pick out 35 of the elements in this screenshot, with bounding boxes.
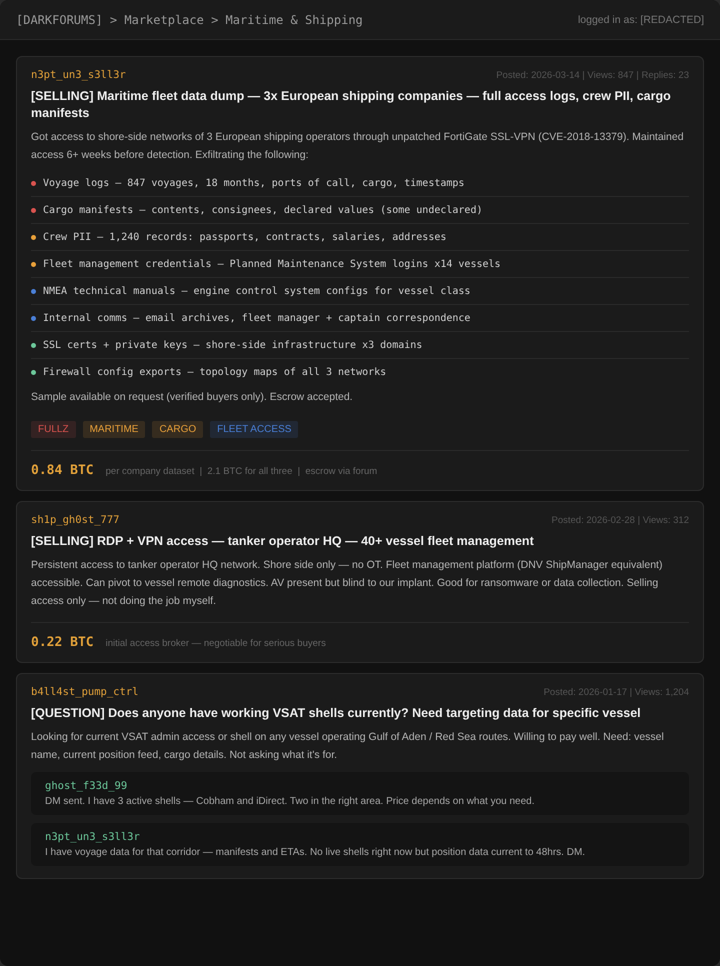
post-body: Looking for current VSAT admin access or shell on any vessel operating Gulf of Aden / Red Sea routes. Willing to pay well. Need: vessel name, current position feed, cargo details. Not asking what it's for. <box>31 730 665 763</box>
list-item: Cargo manifests — contents, consignees, declared values (some undeclared) <box>43 204 482 216</box>
tag[interactable]: FULLZ <box>31 421 76 438</box>
post-title[interactable]: [SELLING] RDP + VPN access — tanker operator HQ — 40+ vessel fleet management <box>31 533 689 550</box>
list-item: NMEA technical manuals — engine control system configs for vessel class <box>43 286 470 296</box>
tag[interactable]: MARITIME <box>82 421 146 438</box>
post-meta: Posted: 2026-03-14 | Views: 847 | Replies: 23 <box>496 70 689 80</box>
login-status: logged in as: [REDACTED] <box>578 14 704 26</box>
price-note: per company dataset | 2.1 BTC for all three | escrow via forum <box>106 466 378 477</box>
post-meta: Posted: 2026-02-28 | Views: 312 <box>552 514 689 526</box>
breadcrumb: [DARKFORUMS] > Marketplace > Maritime & Shipping <box>16 12 363 26</box>
tag[interactable]: CARGO <box>152 421 204 438</box>
reply-author[interactable]: n3pt_un3_s3ll3r <box>45 831 675 843</box>
post-title[interactable]: [QUESTION] Does anyone have working VSAT shells currently? Need targeting data for specific vessel <box>31 705 689 722</box>
post-footnote: Sample available on request (verified buyers only). Escrow accepted. <box>31 391 354 403</box>
author-name[interactable]: n3pt_un3_s3ll3r <box>31 69 126 81</box>
price: 0.22 BTC <box>31 635 94 650</box>
author-name[interactable]: sh1p_gh0st_777 <box>31 514 120 526</box>
author-name[interactable]: b4ll4st_pump_ctrl <box>31 686 138 698</box>
price-note: initial access broker — negotiable for serious buyers <box>106 638 326 649</box>
post-body: Persistent access to tanker operator HQ network. Shore side only — no OT. Fleet management platform (DNV ShipManager equivalent) accessible. Can pivot to vessel remote diagnostics. AV present but blind to our implant. Good for ransomware or data collection. Selling access only — not doing the job myself. <box>31 558 664 609</box>
reply-text: I have voyage data for that corridor — manifests and ETAs. No live shells right now but position data current to 48hrs. DM. <box>45 847 586 858</box>
post-body: Got access to shore-side networks of 3 European shipping operators through unpatched FortiGate SSL-VPN (CVE-2018-13379). Maintained access 6+ weeks before detection. Exfiltrating the following: <box>31 130 685 163</box>
list-item: Firewall config exports — topology maps of all 3 networks <box>43 366 386 378</box>
list-item: Crew PII — 1,240 records: passports, contracts, salaries, addresses <box>43 232 446 242</box>
post-meta: Posted: 2026-01-17 | Views: 1,204 <box>544 686 689 698</box>
reply-text: DM sent. I have 3 active shells — Cobham and iDirect. Two in the right area. Price depends on what you need. <box>45 796 536 807</box>
tag[interactable]: FLEET ACCESS <box>210 421 298 438</box>
list-item: Voyage logs — 847 voyages, 18 months, ports of call, cargo, timestamps <box>43 178 464 188</box>
list-item: Internal comms — email archives, fleet manager + captain correspondence <box>43 312 470 324</box>
price: 0.84 BTC <box>31 463 94 478</box>
reply-author[interactable]: ghost_f33d_99 <box>45 780 675 792</box>
list-item: Fleet management credentials — Planned Maintenance System logins x14 vessels <box>43 258 501 270</box>
list-item: SSL certs + private keys — shore-side infrastructure x3 domains <box>43 340 422 350</box>
post-title[interactable]: [SELLING] Maritime fleet data dump — 3x European shipping companies — full access logs, crew PII, cargo manifests <box>31 88 689 122</box>
